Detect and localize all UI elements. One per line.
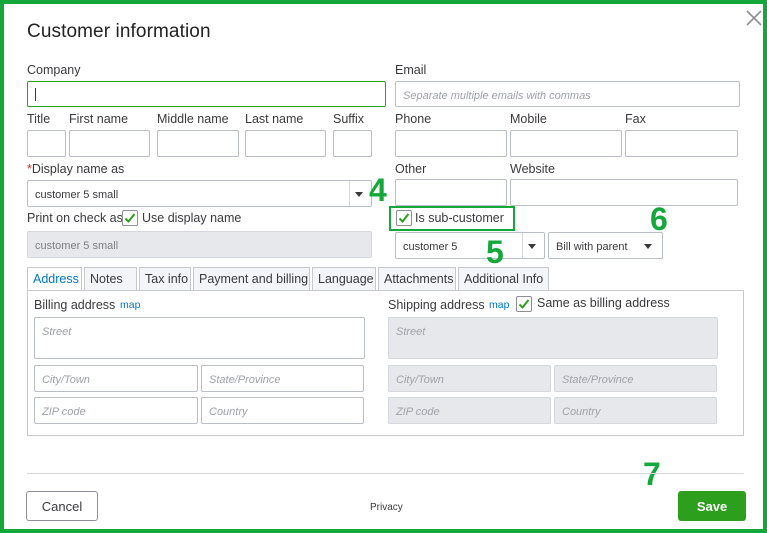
- website-label: Website: [510, 162, 555, 176]
- email-label: Email: [395, 63, 427, 77]
- shipping-country-input[interactable]: Country: [554, 397, 717, 424]
- text-cursor: [35, 88, 36, 101]
- shipping-country-placeholder: Country: [562, 406, 601, 418]
- tab-notes[interactable]: Notes: [84, 267, 137, 291]
- shipping-state-placeholder: State/Province: [562, 374, 634, 386]
- shipping-city-input[interactable]: City/Town: [388, 365, 551, 392]
- parent-customer-select[interactable]: customer 5: [395, 232, 545, 259]
- tab-bar: Address Notes Tax info Payment and billi…: [27, 267, 551, 291]
- tab-address[interactable]: Address: [27, 267, 82, 291]
- shipping-street-placeholder: Street: [396, 326, 426, 338]
- mobile-input[interactable]: [510, 130, 622, 157]
- shipping-zip-placeholder: ZIP code: [396, 406, 440, 418]
- print-on-check-label: Print on check as: [27, 211, 123, 225]
- billing-street-input[interactable]: Street: [34, 317, 365, 359]
- checkmark-icon: [398, 213, 410, 223]
- privacy-link[interactable]: Privacy: [370, 502, 403, 513]
- tab-payment-and-billing[interactable]: Payment and billing: [193, 267, 310, 291]
- billing-country-placeholder: Country: [209, 406, 248, 418]
- use-display-name-checkbox[interactable]: [122, 210, 138, 226]
- billing-address-label: Billing address: [34, 298, 116, 312]
- middle-name-input[interactable]: [157, 130, 239, 157]
- chevron-down-icon: [644, 244, 652, 249]
- billing-zip-input[interactable]: ZIP code: [34, 397, 198, 424]
- display-name-label-group: *Display name as: [27, 162, 124, 176]
- billing-street-placeholder: Street: [42, 326, 72, 338]
- tab-language[interactable]: Language: [312, 267, 376, 291]
- shipping-address-label: Shipping address: [388, 298, 485, 312]
- title-label: Title: [27, 112, 51, 126]
- step-marker-7: 7: [643, 456, 661, 492]
- checkmark-icon: [518, 299, 530, 309]
- billing-state-input[interactable]: State/Province: [201, 365, 364, 392]
- billing-country-input[interactable]: Country: [201, 397, 364, 424]
- suffix-input[interactable]: [333, 130, 372, 157]
- email-placeholder: Separate multiple emails with commas: [403, 90, 591, 102]
- tab-attachments[interactable]: Attachments: [378, 267, 456, 291]
- shipping-street-input[interactable]: Street: [388, 317, 718, 359]
- cancel-button[interactable]: Cancel: [26, 491, 98, 521]
- billing-zip-placeholder: ZIP code: [42, 406, 86, 418]
- first-name-input[interactable]: [69, 130, 150, 157]
- fax-input[interactable]: [625, 130, 738, 157]
- tab-tax-info[interactable]: Tax info: [139, 267, 191, 291]
- bill-with-value: Bill with parent: [556, 241, 628, 253]
- mobile-label: Mobile: [510, 112, 547, 126]
- billing-city-placeholder: City/Town: [42, 374, 90, 386]
- website-input[interactable]: [510, 179, 738, 206]
- shipping-city-placeholder: City/Town: [396, 374, 444, 386]
- footer-divider: [27, 473, 744, 474]
- save-button[interactable]: Save: [678, 491, 746, 521]
- billing-state-placeholder: State/Province: [209, 374, 281, 386]
- phone-label: Phone: [395, 112, 432, 126]
- step-marker-5: 5: [486, 234, 504, 270]
- dialog-title: Customer information: [27, 21, 211, 42]
- chevron-down-icon: [355, 192, 363, 197]
- same-as-billing-label: Same as billing address: [537, 296, 670, 310]
- suffix-label: Suffix: [333, 112, 365, 126]
- shipping-map-link[interactable]: map: [489, 299, 509, 311]
- checkmark-icon: [124, 213, 136, 223]
- display-name-label: Display name as: [31, 162, 125, 176]
- title-input[interactable]: [27, 130, 66, 157]
- sub-customer-checkbox[interactable]: [396, 210, 412, 226]
- parent-customer-dropdown-toggle[interactable]: [522, 233, 544, 258]
- step-marker-6: 6: [650, 201, 668, 237]
- same-as-billing-checkbox[interactable]: [516, 296, 532, 312]
- use-display-name-label: Use display name: [142, 211, 242, 225]
- fax-label: Fax: [625, 112, 646, 126]
- display-name-value: customer 5 small: [35, 189, 119, 201]
- close-icon[interactable]: [744, 8, 764, 28]
- sub-customer-label: Is sub-customer: [415, 211, 504, 225]
- billing-map-link[interactable]: map: [120, 299, 140, 311]
- company-label: Company: [27, 63, 81, 77]
- company-input[interactable]: [27, 81, 386, 107]
- bill-with-select[interactable]: Bill with parent: [548, 232, 663, 259]
- shipping-state-input[interactable]: State/Province: [554, 365, 717, 392]
- display-name-dropdown-toggle[interactable]: [349, 181, 371, 206]
- display-name-select[interactable]: customer 5 small: [27, 180, 372, 207]
- chevron-down-icon: [528, 244, 536, 249]
- email-input[interactable]: Separate multiple emails with commas: [395, 81, 740, 107]
- billing-city-input[interactable]: City/Town: [34, 365, 198, 392]
- first-name-label: First name: [69, 112, 129, 126]
- other-label: Other: [395, 162, 427, 176]
- tab-additional-info[interactable]: Additional Info: [458, 267, 549, 291]
- other-input[interactable]: [395, 179, 507, 206]
- step-marker-4: 4: [369, 172, 387, 208]
- print-on-check-input[interactable]: customer 5 small: [27, 231, 372, 258]
- shipping-zip-input[interactable]: ZIP code: [388, 397, 551, 424]
- last-name-input[interactable]: [245, 130, 326, 157]
- print-on-check-value: customer 5 small: [35, 240, 119, 252]
- last-name-label: Last name: [245, 112, 304, 126]
- phone-input[interactable]: [395, 130, 507, 157]
- middle-name-label: Middle name: [157, 112, 229, 126]
